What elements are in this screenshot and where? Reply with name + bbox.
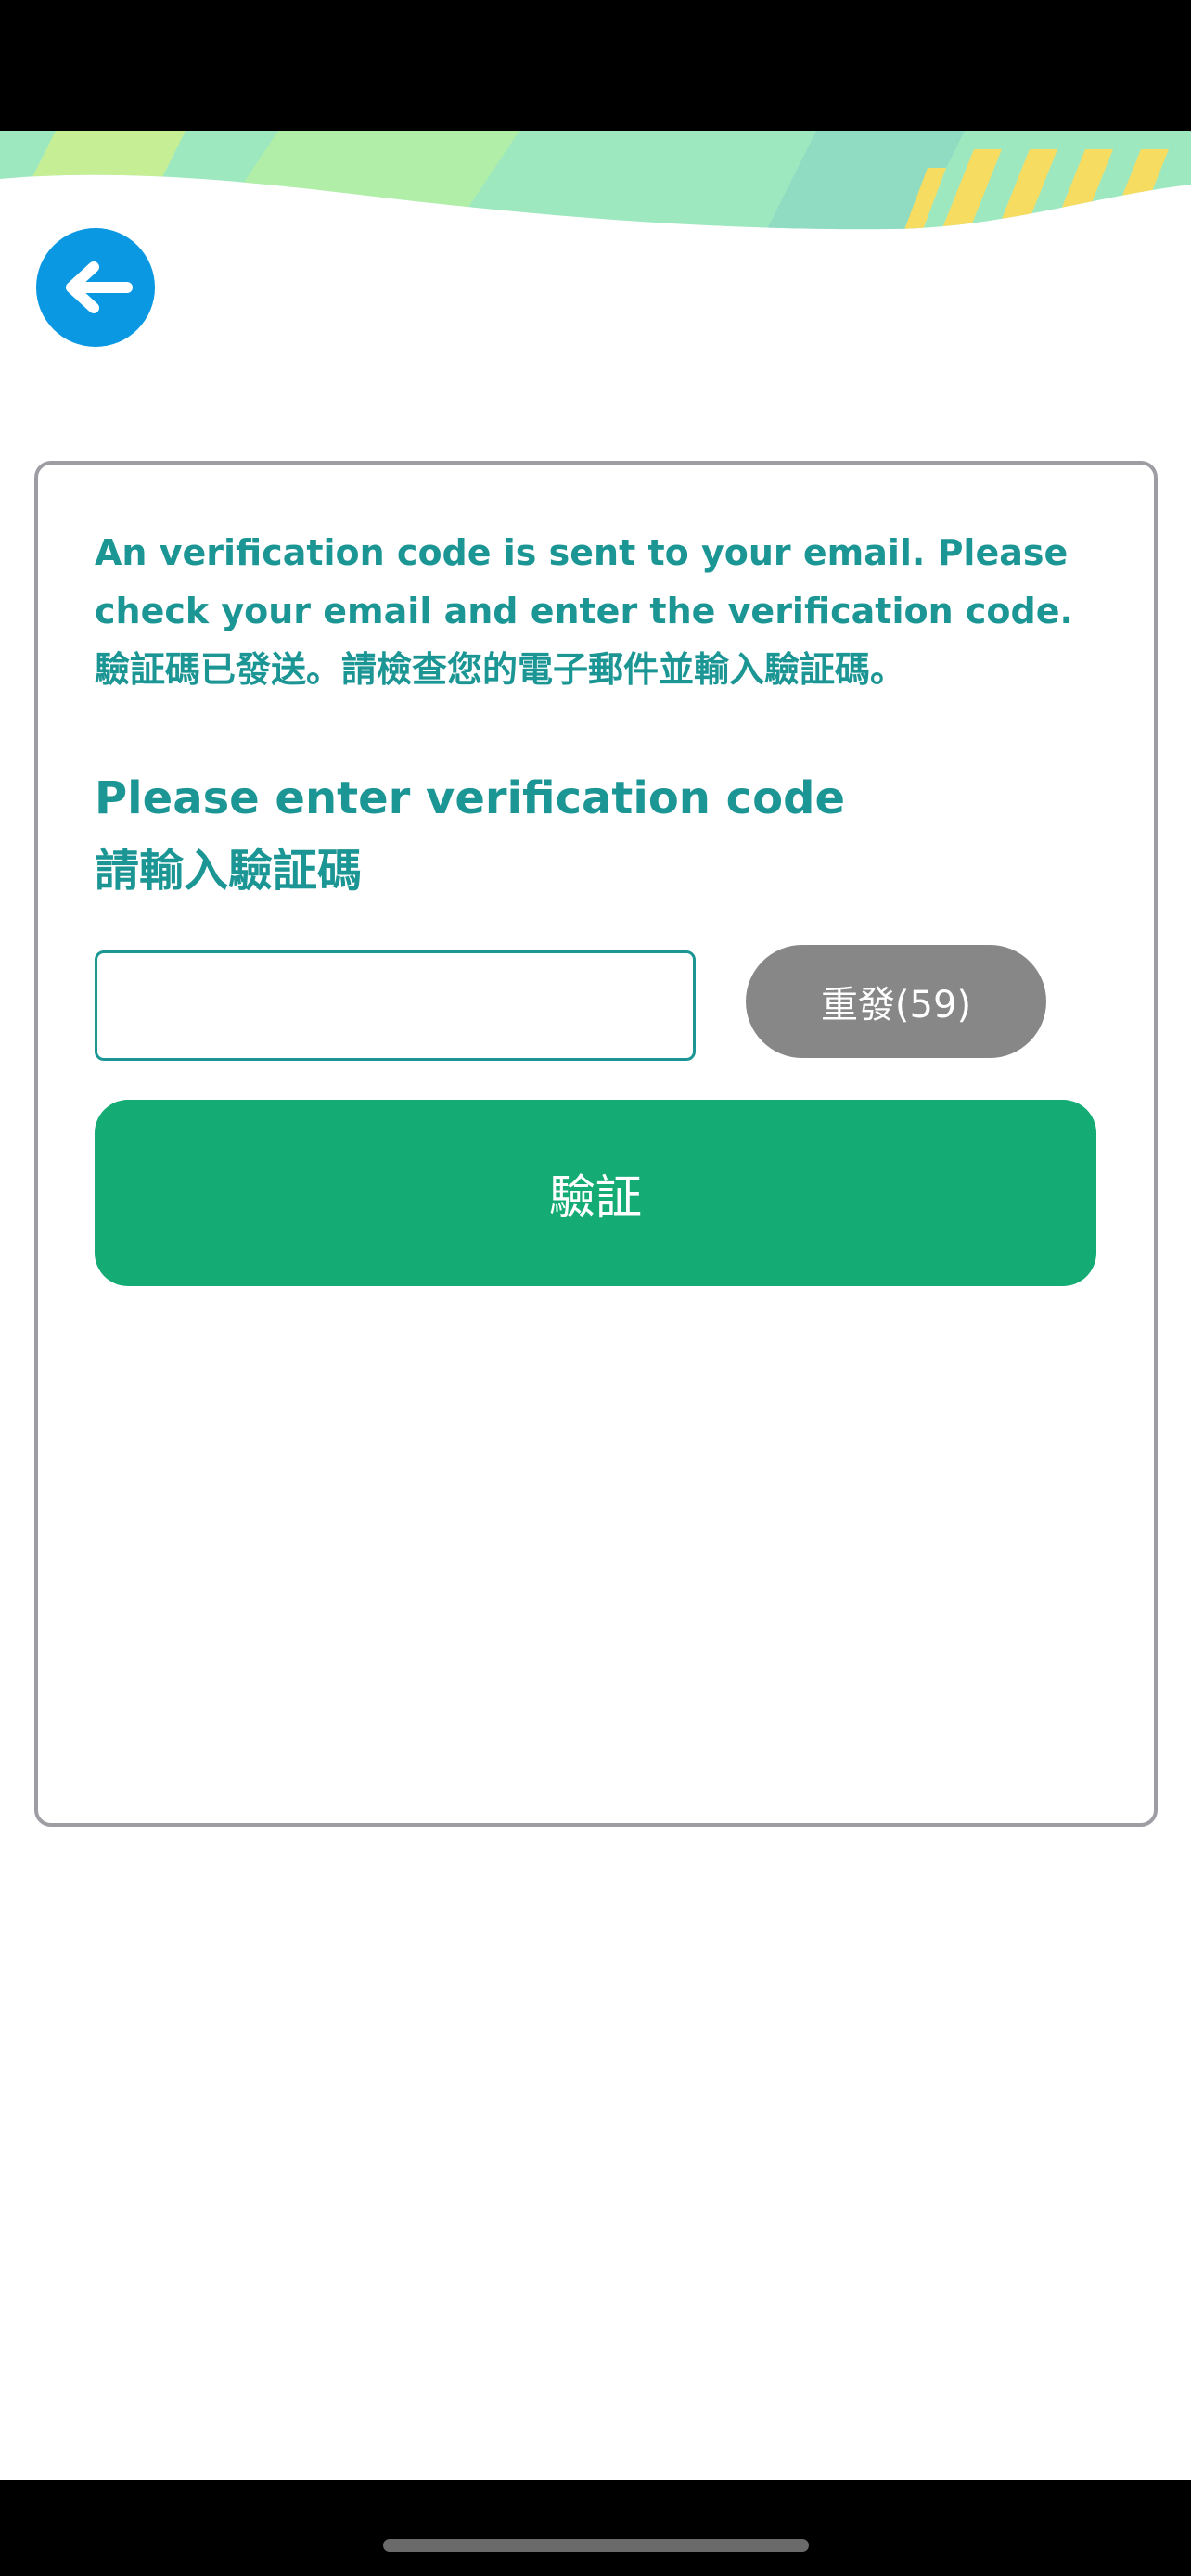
message-line-english-1: An verification code is sent to your ema…: [95, 532, 1069, 573]
verify-button-label: 驗証: [549, 1169, 642, 1224]
header-wave-graphic: [0, 131, 1191, 230]
resend-button-label: 重發(59): [820, 984, 972, 1027]
enter-code-heading: Please enter verification code 請輸入驗証碼: [95, 762, 1096, 907]
resend-button[interactable]: 重發(59): [746, 945, 1046, 1058]
heading-english: Please enter verification code: [95, 772, 846, 824]
home-indicator[interactable]: [383, 2539, 809, 2552]
verification-code-input[interactable]: [95, 950, 696, 1061]
verify-button[interactable]: 驗証: [95, 1100, 1096, 1286]
status-bar: [0, 0, 1191, 131]
message-line-english-2: check your email and enter the verificat…: [95, 591, 1073, 631]
back-button[interactable]: [36, 228, 155, 347]
verification-sent-message: An verification code is sent to your ema…: [95, 524, 1096, 699]
heading-chinese: 請輸入驗証碼: [95, 845, 363, 897]
header-banner: [0, 131, 1191, 242]
arrow-left-icon: [66, 261, 133, 313]
message-line-chinese: 驗証碼已發送。請檢查您的電子郵件並輸入驗証碼。: [95, 649, 906, 690]
home-bar: [0, 2480, 1191, 2576]
